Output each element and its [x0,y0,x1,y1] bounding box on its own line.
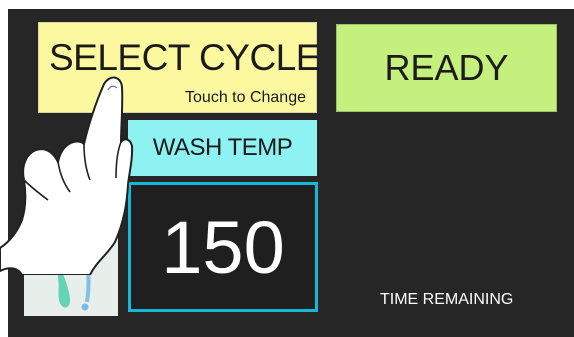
cycle-thumbnail-icon [24,232,118,316]
ready-status: READY [336,24,557,112]
touch-to-change-hint: Touch to Change [185,89,306,106]
wash-temp-display: 150 [128,182,318,312]
wash-temp-button[interactable]: WASH TEMP [128,120,317,176]
time-remaining-label: TIME REMAINING [380,291,514,308]
select-cycle-button[interactable]: SELECT CYCLE Touch to Change [38,22,320,113]
select-cycle-title: SELECT CYCLE [49,37,320,78]
